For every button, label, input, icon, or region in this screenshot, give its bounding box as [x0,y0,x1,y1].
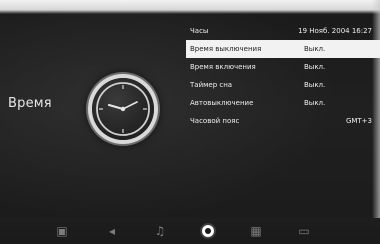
menu-row-off-time[interactable]: Время выключения Выкл. [186,40,380,58]
picture-icon: ▣ [56,224,68,238]
clock-icon [202,225,214,237]
menu-row-label: Время включения [190,63,256,71]
menu-row-sleep-timer[interactable]: Таймер сна Выкл. [186,76,380,94]
menu-row-label: Автовыключение [190,99,254,107]
tab-lock[interactable]: ▭ [294,222,314,240]
screen-top-glare [0,0,380,14]
tab-time[interactable] [198,222,218,240]
analog-clock-icon [92,78,154,140]
menu-row-on-time[interactable]: Время включения Выкл. [186,58,380,76]
bottom-navigation-bar: ▣ ◂ ♫ ▦ ▭ [0,218,380,244]
tab-sound[interactable]: ◂ [102,222,122,240]
sound-icon: ◂ [108,224,116,238]
tab-music[interactable]: ♫ [150,222,170,240]
menu-row-time-zone[interactable]: Часовой пояс GMT+3 [186,112,380,130]
tv-settings-screen: Время Часы 19 Нояб. 2004 16:27 Время вык… [0,0,380,244]
section-title: Время [8,96,52,111]
menu-row-value: Выкл. [304,99,326,107]
menu-row-value: Выкл. [304,45,326,53]
menu-row-auto-off[interactable]: Автовыключение Выкл. [186,94,380,112]
menu-row-label: Часы [190,27,209,35]
menu-row-label: Время выключения [190,45,262,53]
menu-row-label: Таймер сна [190,81,233,89]
menu-row-value: GMT+3 [345,117,372,125]
time-settings-menu: Часы 19 Нояб. 2004 16:27 Время выключени… [186,22,380,130]
tab-settings[interactable]: ▦ [246,222,266,240]
lock-icon: ▭ [298,224,310,238]
settings-icon: ▦ [250,224,262,238]
menu-row-value: Выкл. [304,63,326,71]
menu-row-clock[interactable]: Часы 19 Нояб. 2004 16:27 [186,22,380,40]
menu-row-label: Часовой пояс [190,117,240,125]
tab-picture[interactable]: ▣ [52,222,72,240]
music-icon: ♫ [154,224,166,238]
menu-row-value: Выкл. [304,81,326,89]
menu-row-value: 19 Нояб. 2004 16:27 [298,27,372,35]
